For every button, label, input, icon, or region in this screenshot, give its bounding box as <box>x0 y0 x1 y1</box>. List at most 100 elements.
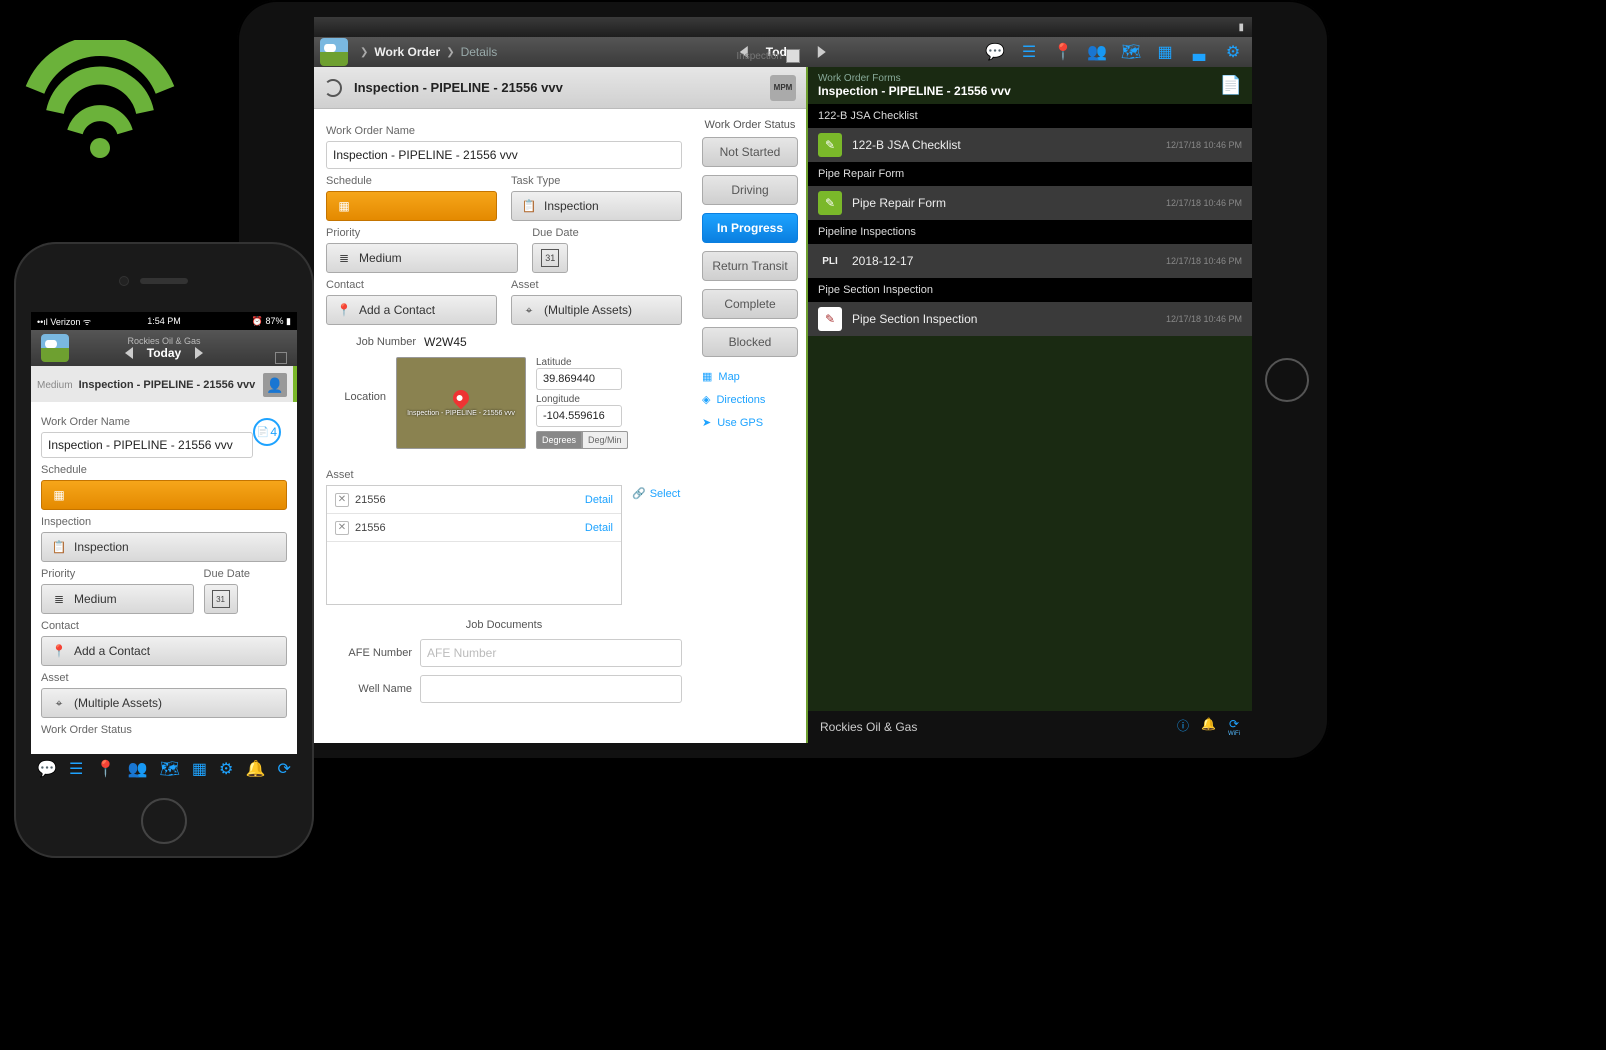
people-icon[interactable]: 👥 <box>1088 43 1106 61</box>
map-pin-icon[interactable]: 📍 <box>95 759 115 779</box>
tasktype-button[interactable]: 📋 Inspection <box>511 191 682 221</box>
label-asset-section: Asset <box>326 469 622 481</box>
next-day-button[interactable] <box>195 347 203 359</box>
duedate-button[interactable]: 31 <box>204 584 238 614</box>
form-timestamp: 12/17/18 10:46 PM <box>1166 140 1242 150</box>
chat-icon[interactable]: 💬 <box>986 43 1004 61</box>
avatar-icon[interactable]: 👤 <box>263 373 287 397</box>
label-location: Location <box>326 357 386 403</box>
input-well[interactable] <box>420 675 682 703</box>
coord-format-toggle[interactable]: Degrees Deg/Min <box>536 431 628 449</box>
remove-asset-icon[interactable]: ✕ <box>335 521 349 535</box>
mpm-badge[interactable]: MPM <box>770 75 796 101</box>
map-pin-icon[interactable]: 📍 <box>1054 43 1072 61</box>
forms-count-badge[interactable]: 📄4 <box>253 418 281 446</box>
workorder-header: Inspection - PIPELINE - 21556 vvv MPM <box>314 67 806 109</box>
asset-button[interactable]: ⌖ (Multiple Assets) <box>41 688 287 718</box>
form-row[interactable]: ✎ Pipe Repair Form 12/17/18 10:46 PM <box>808 186 1252 220</box>
asset-row[interactable]: ✕ 21556 Detail <box>327 514 621 542</box>
calendar-icon: ▦ <box>50 486 68 504</box>
refresh-icon[interactable]: ⟳ <box>277 759 290 779</box>
breadcrumb-workorder[interactable]: Work Order <box>374 45 440 59</box>
form-row[interactable]: ✎ Pipe Section Inspection 12/17/18 10:46… <box>808 302 1252 336</box>
status-in-progress[interactable]: In Progress <box>702 213 798 243</box>
asset-detail-link[interactable]: Detail <box>585 522 613 534</box>
asset-pin-icon: ⌖ <box>520 301 538 319</box>
remove-asset-icon[interactable]: ✕ <box>335 493 349 507</box>
people-icon[interactable]: 👥 <box>127 759 147 779</box>
map-icon[interactable]: 🗺 <box>159 759 179 779</box>
workorder-title: Inspection - PIPELINE - 21556 vvv <box>354 80 563 95</box>
asset-detail-link[interactable]: Detail <box>585 494 613 506</box>
label-jobdocs: Job Documents <box>326 619 682 631</box>
select-asset-link[interactable]: 🔗 Select <box>632 487 682 500</box>
inspection-button[interactable]: 📋 Inspection <box>41 532 287 562</box>
directions-link[interactable]: ◈Directions <box>702 388 798 411</box>
status-blocked[interactable]: Blocked <box>702 327 798 357</box>
gear-icon[interactable]: ⚙ <box>219 759 233 779</box>
refresh-icon[interactable]: ⟳WiFi <box>1228 717 1240 737</box>
contact-button[interactable]: 📍 Add a Contact <box>41 636 287 666</box>
calendar-icon[interactable]: ▦ <box>192 759 207 779</box>
info-icon[interactable]: ⓘ <box>1177 717 1189 737</box>
calendar-icon[interactable]: ▦ <box>1156 43 1174 61</box>
phone-frame: ••ıl Verizon ᯤ 1:54 PM ⏰ 87% ▮ Rockies O… <box>14 242 314 858</box>
tablet-status-bar: ▮ <box>314 17 1252 37</box>
page-indicator: Inspection <box>736 49 800 63</box>
day-label[interactable]: Today <box>147 346 181 360</box>
map-label: Inspection - PIPELINE - 21556 vvv <box>407 410 515 417</box>
tablet-home-button[interactable] <box>1265 358 1309 402</box>
status-driving[interactable]: Driving <box>702 175 798 205</box>
contact-pin-icon: 📍 <box>335 301 353 319</box>
asset-button[interactable]: ⌖ (Multiple Assets) <box>511 295 682 325</box>
map-icon: ▦ <box>702 370 712 383</box>
map-thumbnail[interactable]: Inspection - PIPELINE - 21556 vvv <box>396 357 526 449</box>
phone-screen: ••ıl Verizon ᯤ 1:54 PM ⏰ 87% ▮ Rockies O… <box>31 312 297 784</box>
status-not-started[interactable]: Not Started <box>702 137 798 167</box>
app-logo[interactable] <box>41 334 69 362</box>
map-link[interactable]: ▦Map <box>702 365 798 388</box>
schedule-button[interactable]: ▦ <box>326 191 497 221</box>
add-form-icon[interactable]: 📄 <box>1220 75 1242 96</box>
refresh-icon[interactable] <box>324 79 342 97</box>
label-asset: Asset <box>511 279 682 291</box>
list-icon[interactable]: ☰ <box>1020 43 1038 61</box>
workorder-title-row[interactable]: Medium Inspection - PIPELINE - 21556 vvv… <box>31 366 297 402</box>
chevron-right-icon: ❯ <box>360 47 368 58</box>
status-return-transit[interactable]: Return Transit <box>702 251 798 281</box>
form-row[interactable]: PLI 2018-12-17 12/17/18 10:46 PM <box>808 244 1252 278</box>
form-row[interactable]: ✎ 122-B JSA Checklist 12/17/18 10:46 PM <box>808 128 1252 162</box>
carrier-label: ••ıl Verizon ᯤ <box>37 315 91 328</box>
calendar-icon: ▦ <box>335 197 353 215</box>
map-icon[interactable]: 🗺 <box>1122 43 1140 61</box>
input-name[interactable]: Inspection - PIPELINE - 21556 vvv <box>326 141 682 169</box>
gps-link[interactable]: ➤Use GPS <box>702 411 798 434</box>
chat-icon[interactable]: 💬 <box>37 759 57 779</box>
schedule-button[interactable]: ▦ <box>41 480 287 510</box>
gear-icon[interactable]: ⚙ <box>1224 43 1242 61</box>
bell-icon[interactable]: 🔔 <box>1201 717 1216 737</box>
label-duedate: Due Date <box>204 568 287 580</box>
input-name[interactable]: Inspection - PIPELINE - 21556 vvv <box>41 432 253 458</box>
duedate-button[interactable]: 31 <box>532 243 568 273</box>
priority-button[interactable]: ≣ Medium <box>326 243 518 273</box>
documents-icon: 📄 <box>257 427 269 438</box>
form-main: Work Order Name Inspection - PIPELINE - … <box>314 109 694 743</box>
input-latitude[interactable]: 39.869440 <box>536 368 622 390</box>
toggle-degrees[interactable]: Degrees <box>536 431 582 449</box>
input-afe[interactable]: AFE Number <box>420 639 682 667</box>
status-complete[interactable]: Complete <box>702 289 798 319</box>
phone-home-button[interactable] <box>141 798 187 844</box>
app-logo[interactable] <box>320 38 348 66</box>
status-column: Work Order Status Not Started Driving In… <box>694 109 806 743</box>
asset-row[interactable]: ✕ 21556 Detail <box>327 486 621 514</box>
contact-button[interactable]: 📍 Add a Contact <box>326 295 497 325</box>
chart-icon[interactable]: ▃ <box>1190 43 1208 61</box>
list-icon[interactable]: ☰ <box>69 759 83 779</box>
priority-button[interactable]: ≣ Medium <box>41 584 194 614</box>
prev-day-button[interactable] <box>125 347 133 359</box>
bell-icon[interactable]: 🔔 <box>245 759 265 779</box>
toggle-degmin[interactable]: Deg/Min <box>582 431 628 449</box>
input-longitude[interactable]: -104.559616 <box>536 405 622 427</box>
next-day-button[interactable] <box>818 46 826 58</box>
